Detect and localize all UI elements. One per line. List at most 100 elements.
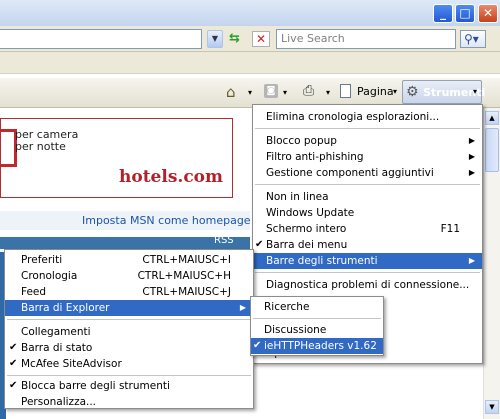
checkmark-icon: ✔ (9, 358, 18, 369)
menu-item-label: ieHTTPHeaders v1.62 (264, 340, 377, 352)
menu-separator (255, 272, 480, 273)
menu-item-label: Discussione (264, 324, 327, 336)
submenu-arrow-icon: ▶ (239, 303, 246, 312)
tools-button[interactable]: ⚙ Strumenti ▾ (402, 80, 485, 104)
menu-item-label: Preferiti (21, 254, 63, 266)
print-dropdown-icon[interactable]: ▾ (326, 88, 330, 97)
menu-item-shortcut: CTRL+MAIUSC+J (142, 286, 231, 298)
menu-item-label: Barra di Explorer (21, 302, 110, 314)
menu-item-links[interactable]: Collegamenti (5, 324, 253, 340)
hotels-logo: hotels.com (119, 167, 223, 187)
menu-item-label: Windows Update (266, 207, 355, 219)
ad-line2: per notte (15, 140, 66, 153)
chevron-down-icon: ▾ (393, 87, 398, 96)
maximize-button[interactable]: □ (455, 4, 475, 23)
menu-item-label: Blocca barre degli strumenti (21, 380, 170, 392)
menu-item-label: Barra dei menu (266, 239, 348, 251)
feeds-dropdown-icon[interactable]: ▾ (283, 88, 287, 97)
msn-homepage-link[interactable]: Imposta MSN come homepage (82, 214, 251, 227)
menu-item-label: Cronologia (21, 270, 78, 282)
menu-item-addons[interactable]: Gestione componenti aggiuntivi ▶ (253, 165, 482, 181)
menu-item-fullscreen[interactable]: Schermo intero F11 (253, 221, 482, 237)
home-dropdown-icon[interactable]: ▾ (248, 88, 252, 97)
menu-item-label: Collegamenti (21, 326, 91, 338)
search-icon[interactable]: ⚲▾ (460, 30, 486, 48)
submenu-arrow-icon: ▶ (468, 256, 475, 265)
submenu-arrow-icon: ▶ (468, 168, 475, 177)
checkmark-icon: ✔ (9, 342, 18, 353)
menu-item-label: Gestione componenti aggiuntivi (266, 167, 434, 179)
rss-label[interactable]: RSS (214, 234, 234, 248)
scroll-down-icon[interactable]: ▼ (485, 400, 499, 414)
feeds-icon[interactable]: ◙ (264, 84, 278, 98)
menu-separator (255, 184, 480, 185)
menu-separator (255, 128, 480, 129)
links-bar (0, 52, 500, 74)
menu-item-delete-history[interactable]: Elimina cronologia esplorazioni... (253, 109, 482, 125)
menu-item-label: Diagnostica problemi di connessione... (266, 279, 470, 291)
menu-separator (253, 318, 381, 319)
menu-item-shortcut: CTRL+MAIUSC+H (137, 270, 231, 282)
refresh-icon[interactable]: ⇆ (229, 31, 247, 47)
address-dropdown-button[interactable]: ▼ (207, 30, 223, 48)
stop-icon[interactable]: ✕ (252, 31, 270, 47)
menu-item-shortcut: F11 (440, 223, 460, 235)
menu-item-label: Filtro anti-phishing (266, 151, 364, 163)
submenu-arrow-icon: ▶ (468, 152, 475, 161)
page-button[interactable]: Pagina ▾ (338, 84, 398, 100)
msn-homepage-bar: Imposta MSN come homepage (0, 211, 251, 230)
chevron-down-icon: ▾ (473, 87, 478, 96)
hotels-ad-banner[interactable]: per camera per notte hotels.com (0, 118, 233, 198)
home-icon[interactable]: ⌂ (226, 84, 236, 100)
menu-item-iehttpheaders[interactable]: ✔ ieHTTPHeaders v1.62 (251, 338, 383, 354)
menu-item-history[interactable]: Cronologia CTRL+MAIUSC+H (5, 268, 253, 284)
menu-item-windows-update[interactable]: Windows Update (253, 205, 482, 221)
menu-item-label: Blocco popup (266, 135, 337, 147)
toolbars-submenu: Preferiti CTRL+MAIUSC+I Cronologia CTRL+MA… (4, 249, 254, 409)
submenu-arrow-icon: ▶ (468, 136, 475, 145)
gear-icon: ⚙ (406, 84, 419, 100)
menu-item-mcafee[interactable]: ✔ McAfee SiteAdvisor (5, 356, 253, 372)
menu-item-toolbars[interactable]: Barre degli strumenti ▶ (253, 253, 482, 269)
page-icon (340, 84, 351, 98)
menu-separator (7, 375, 251, 376)
checkmark-icon: ✔ (253, 340, 262, 351)
menu-item-label: Barre degli strumenti (266, 255, 378, 267)
menu-item-popup-blocker[interactable]: Blocco popup ▶ (253, 133, 482, 149)
menu-item-label: Barra di stato (21, 342, 93, 354)
rss-bar: RSS (0, 234, 250, 249)
search-input[interactable]: Live Search (276, 29, 456, 49)
menu-item-label: Ricerche (264, 301, 310, 313)
menu-separator (7, 319, 251, 320)
close-button[interactable]: ✕ (478, 4, 498, 23)
menu-item-status-bar[interactable]: ✔ Barra di stato (5, 340, 253, 356)
menu-item-favorites[interactable]: Preferiti CTRL+MAIUSC+I (5, 252, 253, 268)
menu-item-label: Schermo intero (266, 223, 347, 235)
menu-item-label: Personalizza... (21, 396, 97, 408)
menu-item-diagnose[interactable]: Diagnostica problemi di connessione... (253, 277, 482, 293)
menu-item-customize[interactable]: Personalizza... (5, 394, 253, 410)
menu-item-phishing-filter[interactable]: Filtro anti-phishing ▶ (253, 149, 482, 165)
page-label: Pagina (357, 85, 394, 98)
menu-item-feeds[interactable]: Feed CTRL+MAIUSC+J (5, 284, 253, 300)
menu-item-label: Feed (21, 286, 47, 298)
scrollbar-thumb[interactable] (485, 128, 499, 172)
menu-item-label: Non in linea (266, 191, 329, 203)
menu-item-lock-toolbars[interactable]: ✔ Blocca barre degli strumenti (5, 378, 253, 394)
menu-item-label: Elimina cronologia esplorazioni... (266, 111, 440, 123)
vertical-scrollbar[interactable]: ▲ ▼ (483, 108, 500, 419)
menu-item-search[interactable]: Ricerche (251, 299, 383, 315)
checkmark-icon: ✔ (255, 239, 264, 250)
checkmark-icon: ✔ (9, 380, 18, 391)
menu-item-menu-bar[interactable]: ✔ Barra dei menu (253, 237, 482, 253)
window-titlebar: _ □ ✕ (0, 0, 500, 26)
print-icon[interactable]: ⎙ (303, 83, 314, 99)
minimize-button[interactable]: _ (433, 4, 453, 23)
menu-item-discussion[interactable]: Discussione (251, 322, 383, 338)
menu-item-label: McAfee SiteAdvisor (21, 358, 122, 370)
explorer-bar-submenu: Ricerche Discussione ✔ ieHTTPHeaders v1.6… (250, 296, 384, 356)
menu-item-explorer-bar[interactable]: Barra di Explorer ▶ (5, 300, 253, 316)
scroll-up-icon[interactable]: ▲ (485, 111, 499, 125)
menu-item-offline[interactable]: Non in linea (253, 189, 482, 205)
address-bar[interactable] (0, 29, 202, 49)
